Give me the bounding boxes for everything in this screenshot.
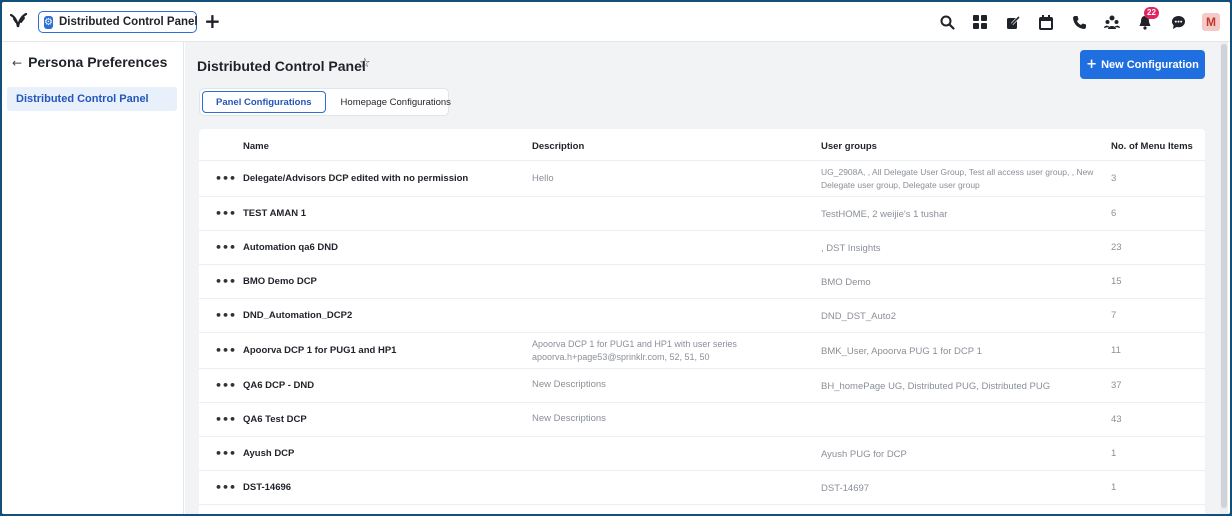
- row-name[interactable]: DST-14696: [243, 482, 291, 493]
- new-configuration-button[interactable]: + New Configuration: [1080, 50, 1205, 79]
- app-window: ⚙ Distributed Control Panel + 22 M ← Per…: [2, 2, 1230, 514]
- row-actions-menu-icon[interactable]: •••: [215, 481, 236, 494]
- row-menu-items: 1: [1111, 482, 1117, 493]
- row-name[interactable]: TEST AMAN 1: [243, 208, 306, 219]
- row-user-groups: TestHOME, 2 weijie's 1 tushar: [821, 209, 948, 220]
- row-name[interactable]: Ayush DCP: [243, 448, 294, 459]
- row-actions-menu-icon[interactable]: •••: [215, 344, 236, 357]
- header-name[interactable]: Name: [243, 141, 269, 152]
- row-menu-items: 23: [1111, 242, 1122, 253]
- header-description[interactable]: Description: [532, 141, 584, 152]
- row-menu-items: 11: [1111, 345, 1121, 356]
- row-menu-items: 6: [1111, 208, 1117, 219]
- row-actions-menu-icon[interactable]: •••: [215, 447, 236, 460]
- gear-icon: ⚙: [44, 15, 53, 29]
- notification-count-badge: 22: [1144, 7, 1159, 19]
- table-row[interactable]: ••• Apoorva DCP 1 for PUG1 and HP1 Apoor…: [199, 333, 1205, 369]
- row-menu-items: 15: [1111, 276, 1122, 287]
- new-configuration-label: New Configuration: [1101, 58, 1199, 71]
- row-name[interactable]: Apoorva DCP 1 for PUG1 and HP1: [243, 345, 396, 356]
- row-actions-menu-icon[interactable]: •••: [215, 241, 236, 254]
- row-user-groups: BMK_User, Apoorva PUG 1 for DCP 1: [821, 346, 982, 357]
- row-actions-menu-icon[interactable]: •••: [215, 275, 236, 288]
- row-name[interactable]: QA6 DCP - DND: [243, 380, 314, 391]
- back-arrow-icon[interactable]: ←: [12, 56, 22, 70]
- row-actions-menu-icon[interactable]: •••: [215, 413, 236, 426]
- table-row[interactable]: ••• QA6 Test DCP New Descriptions 43: [199, 403, 1205, 437]
- top-bar-icons: 22 M: [938, 7, 1220, 33]
- row-actions-menu-icon[interactable]: •••: [215, 379, 236, 392]
- tab-panel-configurations[interactable]: Panel Configurations: [202, 91, 326, 113]
- header-menu-items[interactable]: No. of Menu Items: [1111, 141, 1193, 152]
- row-menu-items: 1: [1111, 448, 1117, 459]
- row-name[interactable]: DND_Automation_DCP2: [243, 310, 352, 321]
- table-row[interactable]: ••• BMO Demo DCP BMO Demo 15: [199, 265, 1205, 299]
- tab-homepage-configurations[interactable]: Homepage Configurations: [328, 91, 464, 113]
- row-menu-items: 7: [1111, 310, 1117, 321]
- left-nav-item-distributed-control-panel[interactable]: Distributed Control Panel: [7, 87, 177, 111]
- top-bar: ⚙ Distributed Control Panel + 22 M: [2, 2, 1230, 42]
- search-icon[interactable]: [938, 13, 956, 31]
- add-tab-button[interactable]: +: [204, 11, 221, 31]
- row-name[interactable]: Delegate/Advisors DCP edited with no per…: [243, 173, 468, 184]
- favorite-star-icon[interactable]: ☆: [359, 56, 371, 71]
- left-panel: ← Persona Preferences Distributed Control…: [2, 42, 184, 514]
- left-panel-title: Persona Preferences: [28, 54, 168, 70]
- plus-icon: +: [1086, 57, 1098, 72]
- phone-icon[interactable]: [1070, 13, 1088, 31]
- row-actions-menu-icon[interactable]: •••: [215, 309, 236, 322]
- row-actions-menu-icon[interactable]: •••: [215, 207, 236, 220]
- page-title: Distributed Control Panel: [197, 58, 366, 74]
- row-actions-menu-icon[interactable]: •••: [215, 172, 236, 185]
- main-content: Distributed Control Panel ☆ + New Config…: [185, 42, 1220, 514]
- notifications-bell-icon[interactable]: 22: [1136, 7, 1159, 31]
- row-user-groups: Ayush PUG for DCP: [821, 449, 907, 460]
- row-user-groups: DND_DST_Auto2: [821, 311, 896, 322]
- scrollbar-thumb[interactable]: [1221, 44, 1227, 508]
- table-row[interactable]: ••• TEST AMAN 1 TestHOME, 2 weijie's 1 t…: [199, 197, 1205, 231]
- configurations-table: Name Description User groups No. of Menu…: [199, 129, 1205, 514]
- row-user-groups: BMO Demo: [821, 277, 871, 288]
- compose-icon[interactable]: [1004, 13, 1022, 31]
- tab-label: Distributed Control Panel: [58, 16, 198, 28]
- calendar-icon[interactable]: [1037, 13, 1055, 31]
- table-row[interactable]: ••• DST-14696 DST-14697 1: [199, 471, 1205, 505]
- users-icon[interactable]: [1103, 13, 1121, 31]
- row-description: New Descriptions: [532, 379, 606, 390]
- row-user-groups: , DST Insights: [821, 243, 881, 254]
- row-description: Apoorva DCP 1 for PUG1 and HP1 with user…: [532, 339, 737, 362]
- table-row[interactable]: ••• Delegate/Advisors DCP edited with no…: [199, 161, 1205, 197]
- page-scrollbar[interactable]: [1220, 42, 1228, 514]
- table-row[interactable]: ••• QA6 DCP - DND New Descriptions BH_ho…: [199, 369, 1205, 403]
- configuration-tabs: Panel Configurations Homepage Configurat…: [199, 88, 451, 116]
- table-row[interactable]: ••• Ayush DCP Ayush PUG for DCP 1: [199, 437, 1205, 471]
- row-description: New Descriptions: [532, 413, 606, 424]
- table-row[interactable]: ••• DND_Automation_DCP2 DND_DST_Auto2 7: [199, 299, 1205, 333]
- tab-distributed-control-panel[interactable]: ⚙ Distributed Control Panel: [38, 11, 198, 33]
- row-menu-items: 3: [1111, 173, 1117, 184]
- row-name[interactable]: QA6 Test DCP: [243, 414, 307, 425]
- app-logo-icon[interactable]: [10, 13, 28, 29]
- row-user-groups: BH_homePage UG, Distributed PUG, Distrib…: [821, 381, 1051, 392]
- table-row[interactable]: ••• Automation qa6 DND , DST Insights 23: [199, 231, 1205, 265]
- apps-grid-icon[interactable]: [971, 13, 989, 31]
- row-name[interactable]: Automation qa6 DND: [243, 242, 338, 253]
- row-name[interactable]: BMO Demo DCP: [243, 276, 317, 287]
- row-menu-items: 43: [1111, 414, 1122, 425]
- left-panel-header: ← Persona Preferences: [12, 54, 167, 70]
- row-user-groups: DST-14697: [821, 483, 870, 494]
- header-user-groups[interactable]: User groups: [821, 141, 877, 152]
- table-header: Name Description User groups No. of Menu…: [199, 129, 1205, 161]
- row-user-groups: UG_2908A, , All Delegate User Group, Tes…: [821, 167, 1094, 190]
- user-avatar[interactable]: M: [1202, 13, 1220, 31]
- chat-icon[interactable]: [1169, 13, 1187, 31]
- row-menu-items: 37: [1111, 380, 1122, 391]
- row-description: Hello: [532, 173, 554, 184]
